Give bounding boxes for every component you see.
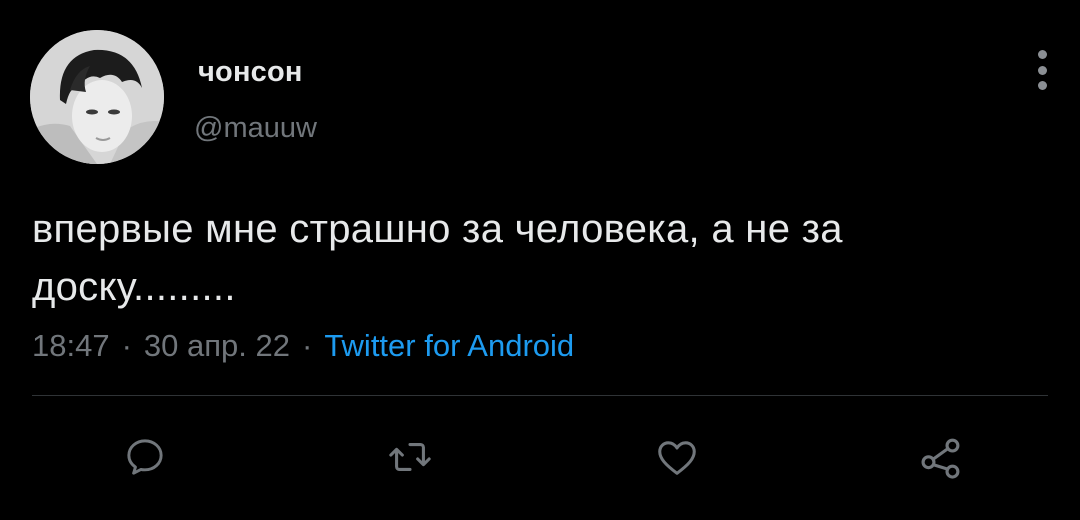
retweet-button[interactable] (383, 430, 437, 484)
tweet-text: впервые мне страшно за человека, а не за… (32, 207, 843, 309)
more-options-button[interactable] (1024, 48, 1060, 92)
tweet-meta: 18:47 · 30 апр. 22 · Twitter for Android (32, 328, 574, 364)
meta-separator: · (121, 328, 132, 363)
tweet-time[interactable]: 18:47 (32, 328, 110, 363)
heart-icon (658, 441, 696, 475)
meta-separator: · (301, 328, 313, 363)
avatar[interactable] (30, 30, 164, 164)
divider (32, 395, 1048, 396)
reply-icon (127, 439, 163, 475)
display-name[interactable]: чонсон (198, 56, 303, 89)
share-icon (921, 438, 960, 479)
tweet-source-link[interactable]: Twitter for Android (324, 328, 574, 363)
like-button[interactable] (650, 430, 704, 484)
reply-button[interactable] (118, 430, 172, 484)
more-options-icon-dot (1037, 65, 1047, 75)
share-button[interactable] (914, 430, 968, 484)
more-options-icon-dot (1037, 81, 1047, 90)
avatar-image (30, 30, 164, 164)
more-options-icon (1037, 50, 1047, 59)
tweet-date[interactable]: 30 апр. 22 (144, 328, 290, 363)
retweet-icon (389, 443, 431, 471)
username-handle[interactable]: @mauuw (194, 112, 317, 145)
